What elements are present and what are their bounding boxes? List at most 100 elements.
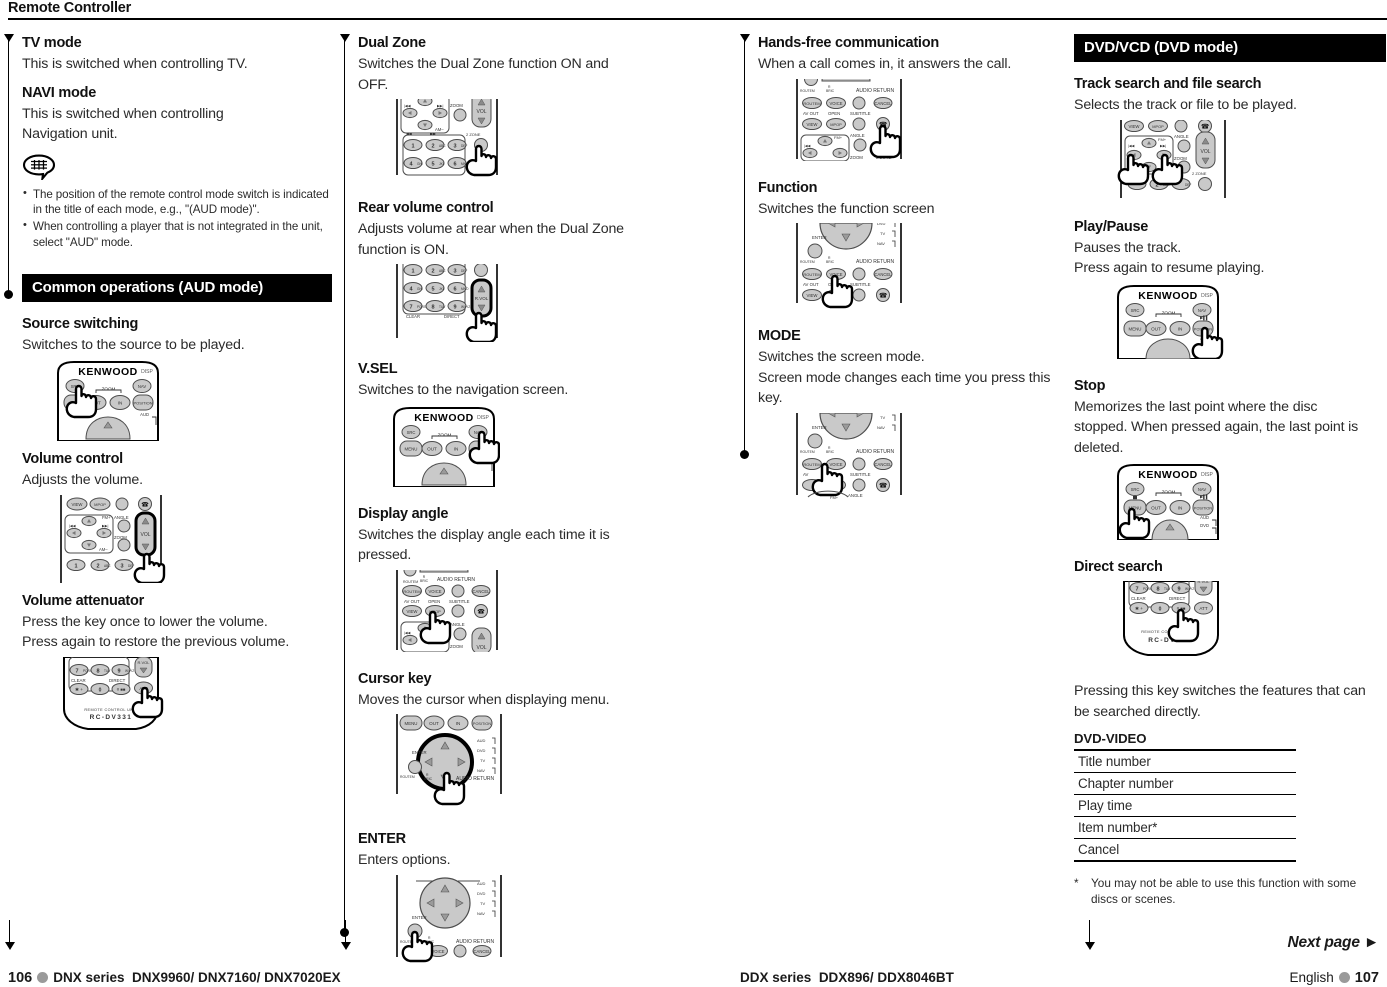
svg-text:ANGLE: ANGLE (850, 133, 865, 138)
svg-text:NAV: NAV (477, 911, 485, 916)
svg-text:DEF: DEF (461, 144, 467, 148)
svg-text:BRIC: BRIC (424, 777, 433, 781)
svg-text:TV: TV (480, 758, 485, 763)
item-mode: MODE Switches the screen mode. Screen mo… (758, 327, 1068, 498)
svg-text:|◀◀: |◀◀ (69, 524, 76, 528)
svg-text:MPOP: MPOP (94, 502, 106, 507)
svg-text:ANGLE: ANGLE (1174, 134, 1189, 139)
page-number-right: 107 (1354, 970, 1379, 986)
svg-text:NAV: NAV (1198, 308, 1207, 313)
svg-text:OUT: OUT (1151, 326, 1161, 331)
svg-text:POSITION: POSITION (133, 401, 152, 406)
remote-illustration-volume-attenuator: 7 PQRS 8 TUV 9 WXYZ CLEAR DIRECT ✱ + 0 #… (63, 656, 164, 730)
item-desc: This is switched when controlling TV. (22, 56, 248, 73)
note-item: When controlling a player that is not in… (22, 218, 332, 251)
svg-text:2 ZONE: 2 ZONE (466, 132, 481, 137)
item-desc: Selects the track or file to be played. (1074, 97, 1297, 114)
svg-text:AV OUT: AV OUT (803, 111, 819, 116)
svg-text:8: 8 (431, 305, 434, 311)
remote-illustration-source-switching: KENWOOD DISP SRC NAV ZOOM OUT IN POSITIO… (57, 361, 159, 442)
svg-text:DISP: DISP (1201, 293, 1213, 299)
svg-text:AUDIO RETURN: AUDIO RETURN (456, 776, 494, 782)
item-volume-control: Volume control Adjusts the volume. VIEW … (22, 450, 332, 583)
svg-text:JKL: JKL (439, 287, 445, 291)
svg-text:DEF: DEF (1185, 183, 1191, 187)
svg-text:ROUTEM: ROUTEM (403, 580, 418, 584)
svg-text:ENTER: ENTER (412, 915, 427, 920)
item-title: Dual Zone (358, 35, 426, 51)
item-title: Volume control (22, 451, 123, 468)
item-desc: Switches the screen mode. Screen mode ch… (758, 349, 1051, 407)
item-title: Track search and file search (1074, 76, 1262, 92)
svg-text:GHI: GHI (417, 287, 423, 291)
item-dual-zone: Dual Zone Switches the Dual Zone functio… (358, 34, 668, 181)
svg-text:TV: TV (480, 901, 485, 906)
svg-text:IN: IN (118, 401, 123, 406)
svg-text:1: 1 (411, 269, 414, 275)
models-middle: DDX896/ DDX8046BT (818, 970, 954, 985)
header-rule (8, 18, 1387, 20)
svg-text:2: 2 (431, 269, 434, 275)
svg-text:ENTER: ENTER (412, 750, 427, 755)
svg-text:ANGLE: ANGLE (114, 515, 129, 520)
svg-text:OUT: OUT (1151, 506, 1161, 511)
svg-text:ZOOM: ZOOM (438, 432, 452, 437)
models-left: DNX9960/ DNX7160/ DNX7020EX (132, 970, 341, 985)
remote-illustration-stop: KENWOOD DISP SRC NAV ZOOM ▶▌▌ MENU OUT I… (1117, 464, 1219, 540)
svg-text:☎: ☎ (1201, 123, 1209, 130)
svg-text:ROUTEM: ROUTEM (803, 101, 820, 106)
svg-text:GHI: GHI (417, 162, 423, 166)
item-title: Volume attenuator (22, 592, 144, 609)
item-display-angle: Display angle Switches the display angle… (358, 505, 668, 652)
svg-text:ENTER: ENTER (812, 425, 827, 430)
svg-text:IN: IN (454, 446, 459, 451)
svg-text:OUT: OUT (427, 446, 437, 451)
svg-text:▶▶: ▶▶ (430, 132, 436, 136)
svg-text:MENU: MENU (405, 721, 418, 726)
svg-text:SRC: SRC (407, 430, 416, 435)
svg-text:NAV: NAV (138, 384, 147, 389)
item-desc: Moves the cursor when displaying menu. (358, 691, 610, 708)
column-end-arrow-icon (3, 920, 17, 950)
svg-text:IN: IN (456, 721, 461, 726)
svg-text:3: 3 (120, 563, 123, 569)
svg-text:CLEAR: CLEAR (71, 678, 86, 683)
svg-text:AM–: AM– (99, 547, 108, 552)
svg-text:NAV: NAV (1198, 487, 1207, 492)
footer-middle: DDX series DDX896/ DDX8046BT (740, 970, 954, 985)
item-direct-search: Direct search 7 PQRS 8 TUV 9 WXYZ CLEAR … (1074, 558, 1386, 722)
remote-illustration-dual-zone: |◀◀ ▶▶| AM– ZOOM VOL ◀◀ ▶▶ 2 ZONE 1 2 AB… (396, 99, 498, 177)
page-title: Remote Controller (8, 0, 132, 16)
item-desc: Pauses the track. Press again to resume … (1074, 239, 1265, 277)
remote-illustration-rear-volume: 1 2 ABC 3 DEF 4 GHI 5 JKL 6 MNO 7 PQRS 8… (396, 264, 498, 342)
table-row: Title number (1074, 749, 1296, 773)
table-row: Chapter number (1074, 772, 1296, 795)
item-navi-mode: NAVI mode This is switched when controll… (22, 84, 332, 145)
svg-text:POSITION: POSITION (473, 722, 491, 726)
dvd-video-search-table: Title number Chapter number Play time It… (1074, 749, 1296, 862)
svg-text:VOICE: VOICE (428, 589, 441, 594)
item-desc: Enters options. (358, 852, 451, 869)
svg-text:2: 2 (96, 563, 99, 569)
svg-text:AV OUT: AV OUT (404, 599, 420, 604)
svg-text:8: 8 (96, 668, 99, 674)
svg-text:TUV: TUV (439, 305, 446, 309)
svg-text:ZOOM: ZOOM (450, 644, 463, 649)
svg-text:R.VOL: R.VOL (137, 660, 150, 665)
svg-text:SUBTITLE: SUBTITLE (449, 599, 470, 604)
item-track-search: Track search and file search Selects the… (1074, 75, 1386, 200)
svg-text:VIEW: VIEW (1129, 124, 1141, 129)
column-rule (744, 34, 746, 454)
svg-text:|◀◀: |◀◀ (404, 104, 411, 108)
item-title: MODE (758, 328, 801, 345)
svg-text:ABC: ABC (439, 144, 446, 148)
svg-text:ZOOM: ZOOM (1174, 156, 1187, 161)
remote-illustration-direct-search: 7 PQRS 8 TUV 9 WXYZ CLEAR DIRECT ✱ + 0 #… (1123, 581, 1219, 657)
svg-text:3: 3 (453, 269, 456, 275)
svg-text:SUBTITLE: SUBTITLE (850, 111, 871, 116)
svg-text:FM+: FM+ (1158, 137, 1167, 142)
svg-text:CANCEL: CANCEL (473, 589, 491, 594)
svg-text:7: 7 (75, 668, 78, 674)
svg-text:WXYZ: WXYZ (461, 305, 470, 309)
item-title: Rear volume control (358, 200, 494, 216)
